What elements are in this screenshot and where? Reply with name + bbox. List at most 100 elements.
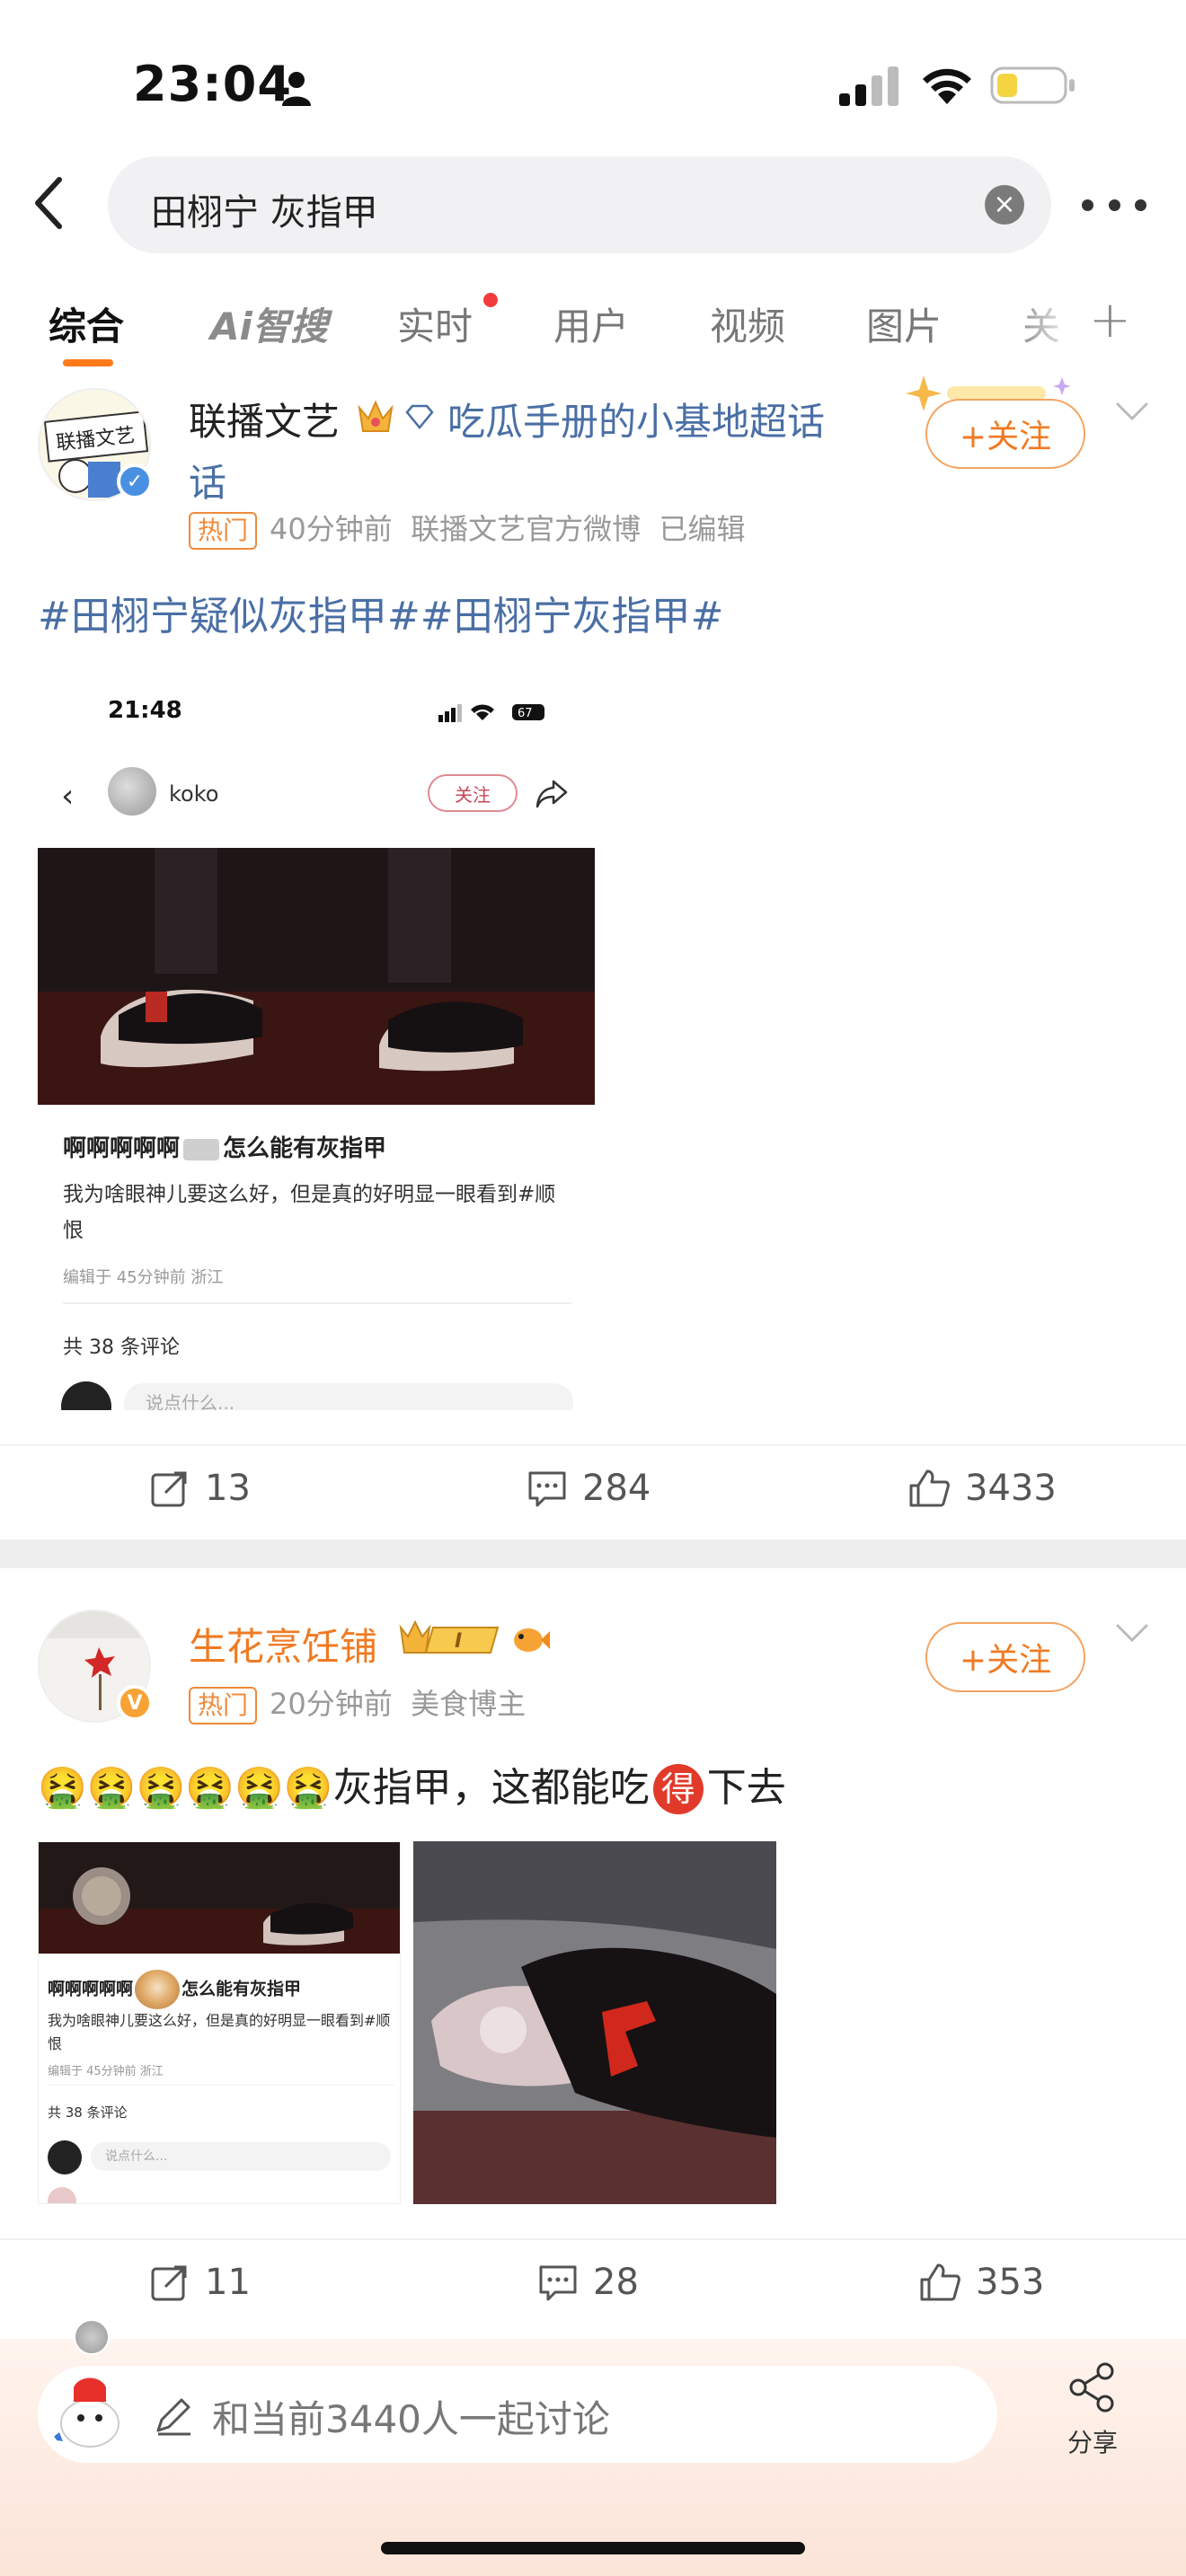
- add-tab-icon[interactable]: +: [1089, 291, 1131, 349]
- post-meta: 热门 40分钟前 联播文艺官方微博 已编辑: [189, 507, 745, 550]
- thumbnail-body: 我为啥眼神儿要这么好，但是真的好明显一眼看到#顺恨: [48, 2012, 391, 2052]
- share-button[interactable]: 分享: [1057, 2360, 1128, 2477]
- status-bar: 23:04: [0, 0, 1186, 153]
- share-label: 分享: [1067, 2428, 1118, 2457]
- author-name[interactable]: 生花烹饪铺: [189, 1617, 377, 1672]
- clear-search-button[interactable]: ×: [985, 185, 1024, 225]
- post-source: 美食博主: [411, 1687, 527, 1721]
- person-icon: [282, 72, 311, 106]
- tab-users[interactable]: 用户: [553, 296, 629, 351]
- like-button[interactable]: 353: [918, 2262, 1044, 2303]
- embedded-avatar: [108, 767, 156, 816]
- post-text[interactable]: 🤮🤮🤮🤮🤮🤮灰指甲，这都能吃得下去: [38, 1755, 786, 1814]
- chevron-left-icon: [35, 177, 62, 229]
- blurred-name: [183, 1138, 220, 1160]
- notification-dot: [483, 293, 498, 307]
- mascot-avatar-icon: [47, 2369, 133, 2456]
- post-meta: 热门 20分钟前 美食博主: [189, 1681, 526, 1725]
- cellular-signal-icon: [839, 66, 898, 106]
- post-time: 40分钟前: [270, 512, 393, 546]
- thumbnail-comments: 共 38 条评论: [48, 2104, 128, 2121]
- post-source: 联播文艺官方微博: [411, 512, 642, 546]
- super-topic-link[interactable]: 吃瓜手册的小基地超话: [447, 392, 825, 446]
- embedded-status-time: 21:48: [108, 697, 182, 724]
- thumbnail-avatar: [48, 2140, 82, 2175]
- thumbnail-title: 啊啊啊啊啊 怎么能有灰指甲: [48, 1970, 301, 2009]
- chevron-down-icon[interactable]: [1114, 399, 1150, 426]
- ai-logo-icon: Ai: [210, 304, 252, 348]
- zoomed-photo: [413, 1841, 776, 2204]
- post-action-bar: 13 284 3433: [0, 1444, 1186, 1534]
- tab-images[interactable]: 图片: [866, 296, 942, 351]
- active-tab-indicator: [63, 359, 113, 366]
- vip-crown-badge-icon: I: [399, 1619, 500, 1654]
- discussion-placeholder: 和当前3440人一起讨论: [212, 2397, 610, 2441]
- post-image[interactable]: [413, 1841, 776, 2204]
- embedded-body: 我为啥眼神儿要这么好，但是真的好明显一眼看到#顺恨: [63, 1183, 556, 1242]
- embedded-follow-button: 关注: [428, 774, 518, 812]
- tab-videos[interactable]: 视频: [710, 296, 785, 351]
- diamond-icon: [405, 404, 434, 429]
- thumbs-up-icon: [909, 1469, 950, 1507]
- repost-button[interactable]: 13: [149, 1468, 251, 1509]
- verified-badge: V: [117, 1685, 153, 1721]
- status-time: 23:04: [133, 56, 292, 112]
- embedded-status-icons: 67: [438, 704, 544, 722]
- more-options-button[interactable]: [1082, 180, 1146, 230]
- close-icon: ×: [993, 189, 1016, 220]
- thumbnail-divider: [48, 2085, 394, 2086]
- comment-icon: [528, 1471, 566, 1507]
- post-image[interactable]: 21:48 67 ‹ koko 关注 啊啊啊啊啊 怎么能有灰指甲 我为啥眼神儿要…: [38, 672, 595, 1410]
- pencil-icon: [156, 2398, 190, 2436]
- embedded-title: 啊啊啊啊啊 怎么能有灰指甲: [63, 1135, 387, 1162]
- follow-button[interactable]: +关注: [925, 1622, 1085, 1692]
- comment-count: 284: [582, 1468, 651, 1509]
- tab-fade: [1006, 287, 1078, 368]
- post-text[interactable]: #田栩宁疑似灰指甲##田栩宁灰指甲#: [38, 584, 723, 641]
- search-query: 田栩宁 灰指甲: [151, 192, 378, 234]
- hot-badge: 热门: [189, 1687, 258, 1725]
- comment-button[interactable]: 284: [527, 1468, 651, 1509]
- special-char-badge: 得: [652, 1764, 704, 1814]
- user-avatar[interactable]: [47, 2369, 133, 2456]
- embedded-user-avatar: [61, 1381, 111, 1410]
- post-time: 20分钟前: [270, 1687, 393, 1721]
- tab-realtime[interactable]: 实时: [397, 296, 473, 351]
- vomit-emoji-icon: 🤮🤮🤮🤮🤮🤮: [38, 1765, 333, 1811]
- back-button[interactable]: [23, 171, 74, 235]
- crown-badge-icon: [358, 400, 394, 432]
- embedded-comments-count: 共 38 条评论: [63, 1337, 180, 1359]
- like-count: 3433: [965, 1468, 1057, 1509]
- post-separator: [0, 1539, 1186, 1568]
- floating-avatar: [74, 2319, 110, 2355]
- embedded-divider: [63, 1302, 571, 1304]
- post-image[interactable]: 啊啊啊啊啊 怎么能有灰指甲 我为啥眼神儿要这么好，但是真的好明显一眼看到#顺恨 编…: [38, 1841, 401, 2204]
- thumbnail-edit-info: 编辑于 45分钟前 浙江: [48, 2065, 164, 2078]
- like-count: 353: [976, 2262, 1045, 2303]
- post-action-bar: 11 28 353: [0, 2238, 1186, 2328]
- verified-badge: ✓: [117, 463, 153, 499]
- author-name[interactable]: 联播文艺: [189, 392, 340, 446]
- embedded-username: koko: [169, 781, 219, 807]
- comment-button[interactable]: 28: [537, 2262, 639, 2303]
- hot-badge: 热门: [189, 512, 258, 550]
- embedded-edit-info: 编辑于 45分钟前 浙江: [63, 1268, 224, 1287]
- tab-ai-search[interactable]: Ai智搜: [210, 296, 328, 351]
- embedded-input: 说点什么...: [124, 1383, 573, 1410]
- embedded-back-icon: ‹: [61, 778, 75, 815]
- battery-icon: [990, 66, 1075, 104]
- more-dots-icon: [1082, 198, 1093, 211]
- repost-icon: [151, 2265, 187, 2301]
- tab-comprehensive[interactable]: 综合: [49, 296, 124, 351]
- follow-button[interactable]: +关注: [925, 399, 1085, 469]
- repost-button[interactable]: 11: [149, 2262, 251, 2303]
- search-input[interactable]: 田栩宁 灰指甲 ×: [108, 156, 1051, 253]
- chevron-down-icon[interactable]: [1114, 1620, 1150, 1647]
- home-indicator[interactable]: [381, 2542, 805, 2554]
- share-icon: [1069, 2362, 1114, 2413]
- super-topic-link-wrap[interactable]: 话: [189, 453, 226, 507]
- thumbnail-input: 说点什么...: [91, 2142, 391, 2171]
- vip-level: I: [455, 1630, 462, 1653]
- embedded-battery: 67: [518, 707, 533, 720]
- like-button[interactable]: 3433: [907, 1468, 1057, 1509]
